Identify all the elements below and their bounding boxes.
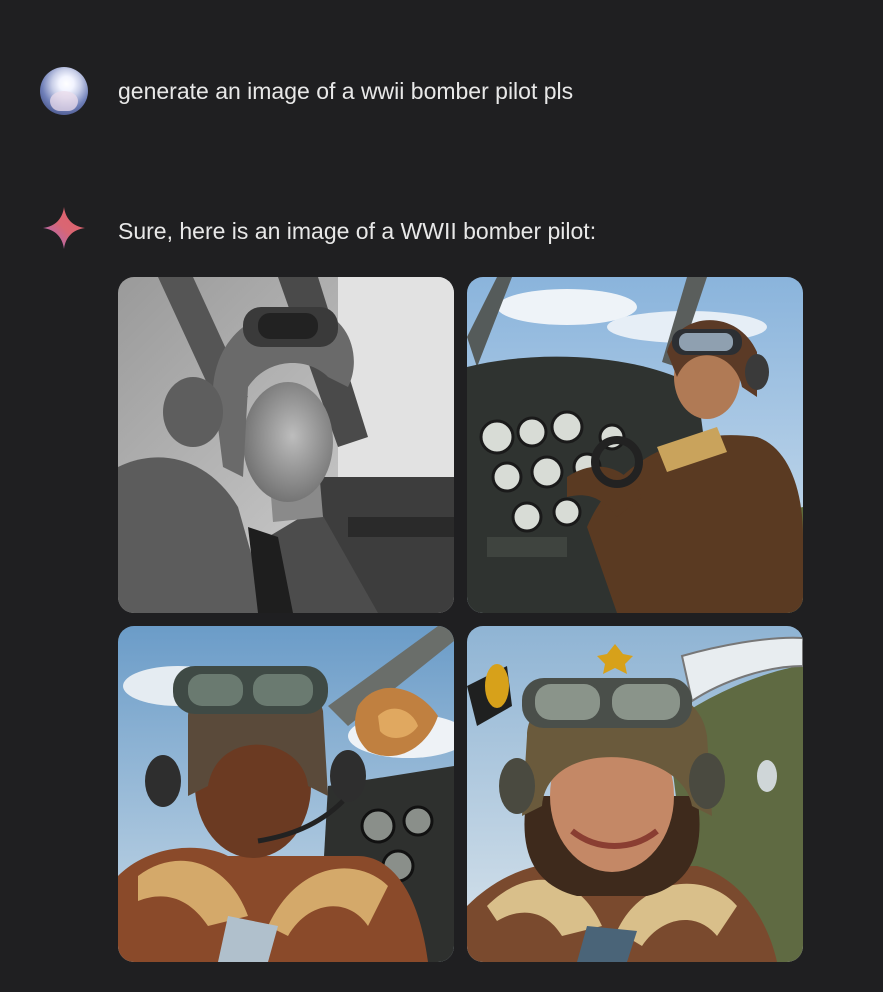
chat-page: generate an image of a wwii bomber pilot… <box>0 0 883 992</box>
generated-image-2[interactable] <box>467 277 803 613</box>
generated-image-3[interactable] <box>118 626 454 962</box>
user-avatar[interactable] <box>40 67 88 115</box>
assistant-response-text: Sure, here is an image of a WWII bomber … <box>118 218 597 244</box>
generated-image-4[interactable] <box>467 626 803 962</box>
generated-image-1[interactable] <box>118 277 454 613</box>
user-prompt-text: generate an image of a wwii bomber pilot… <box>118 78 574 104</box>
generated-image-grid <box>118 277 803 962</box>
gemini-sparkle-icon <box>43 207 85 249</box>
